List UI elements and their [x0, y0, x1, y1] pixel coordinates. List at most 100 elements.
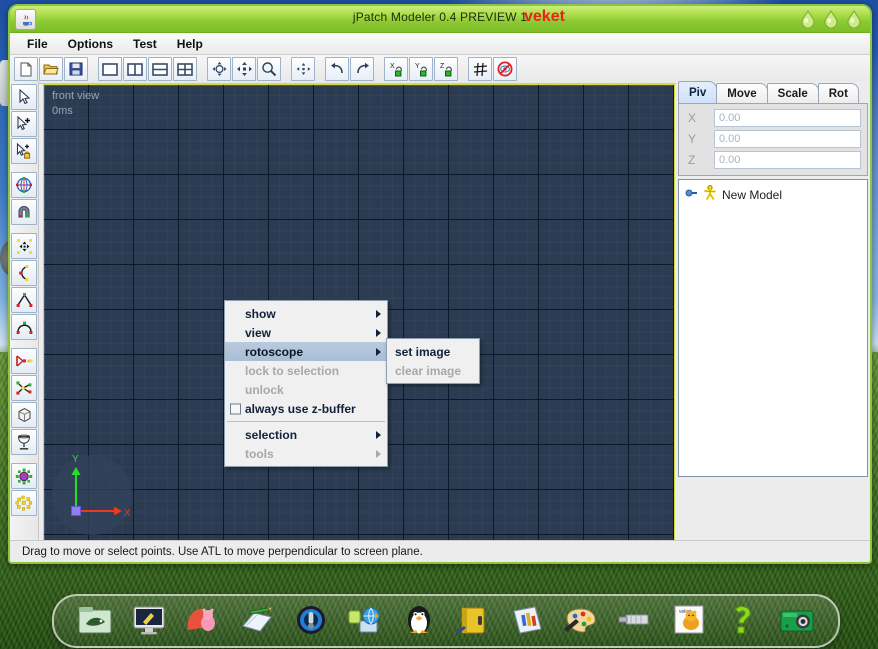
- zoom-view-button[interactable]: [257, 57, 281, 81]
- extrude-tool-button[interactable]: [11, 348, 37, 374]
- dock-item-usb-drive[interactable]: [615, 601, 655, 641]
- coordinate-label-y: Y: [683, 132, 714, 146]
- svg-text:Y: Y: [415, 63, 420, 70]
- menu-help[interactable]: Help: [168, 35, 212, 53]
- context-menu-item-unlock: unlock: [225, 380, 387, 399]
- particles-tool-button[interactable]: [11, 490, 37, 516]
- context-menu-item-always-use-z-buffer[interactable]: always use z-buffer: [225, 399, 387, 418]
- dock-item-paint[interactable]: [561, 601, 601, 641]
- lock-y-axis-button[interactable]: Y: [409, 57, 433, 81]
- context-menu-item-tools: tools: [225, 444, 387, 463]
- svg-text:X: X: [124, 508, 131, 519]
- arc-tool-button[interactable]: [11, 314, 37, 340]
- window-brand-label: veket: [524, 8, 565, 26]
- pan-view-button[interactable]: [232, 57, 256, 81]
- context-menu-item-selection[interactable]: selection: [225, 425, 387, 444]
- context-menu-label-unlock: unlock: [245, 383, 284, 397]
- viewport-time-label: 0ms: [52, 105, 73, 117]
- rotoscope-submenu: set image clear image: [386, 338, 480, 384]
- dock-item-help[interactable]: [723, 601, 763, 641]
- new-document-button[interactable]: [14, 57, 38, 81]
- tree-row-new-model[interactable]: New Model: [679, 180, 867, 205]
- magnet-tool-button[interactable]: [11, 199, 37, 225]
- dock-item-system[interactable]: [399, 601, 439, 641]
- lock-x-axis-button[interactable]: X: [384, 57, 408, 81]
- toolbar-axis-lock-group: X Y Z: [384, 57, 458, 81]
- submenu-item-set-image[interactable]: set image: [387, 342, 479, 361]
- window-button-close[interactable]: [846, 10, 862, 28]
- menu-options[interactable]: Options: [59, 35, 122, 53]
- window-button-maximize[interactable]: [823, 10, 839, 28]
- submenu-label-set-image: set image: [395, 345, 450, 359]
- submenu-item-clear-image: clear image: [387, 361, 479, 380]
- viewport-view-label: front view: [52, 90, 99, 102]
- tab-move[interactable]: Move: [716, 83, 767, 103]
- toolbar-grid-group: [468, 57, 517, 81]
- dock-item-file-manager[interactable]: [75, 601, 115, 641]
- coordinate-input-z[interactable]: 0.00: [714, 151, 861, 169]
- two-column-view-button[interactable]: [123, 57, 147, 81]
- coordinate-input-y[interactable]: 0.00: [714, 130, 861, 148]
- chevron-right-icon: [376, 310, 381, 318]
- open-document-button[interactable]: [39, 57, 63, 81]
- add-locked-point-tool-button[interactable]: [11, 138, 37, 164]
- tab-rot[interactable]: Rot: [818, 83, 859, 103]
- window-button-minimize[interactable]: [800, 10, 816, 28]
- coordinate-input-x[interactable]: 0.00: [714, 109, 861, 127]
- box-primitive-button[interactable]: [11, 402, 37, 428]
- quad-view-button[interactable]: [173, 57, 197, 81]
- move-points-tool-button[interactable]: [11, 233, 37, 259]
- dock-item-office[interactable]: [507, 601, 547, 641]
- rotate-view-button[interactable]: [207, 57, 231, 81]
- context-menu-label-tools: tools: [245, 447, 274, 461]
- context-menu-label-selection: selection: [245, 428, 297, 442]
- add-point-tool-button[interactable]: [11, 111, 37, 137]
- tab-piv[interactable]: Piv: [678, 81, 717, 103]
- dock-item-media-player[interactable]: [291, 601, 331, 641]
- dock-item-veket-package[interactable]: veket: [669, 601, 709, 641]
- context-menu-item-view[interactable]: view: [225, 323, 387, 342]
- undo-button[interactable]: [325, 57, 349, 81]
- dock-item-text-editor[interactable]: [237, 601, 277, 641]
- chevron-right-icon: [376, 329, 381, 337]
- tab-scale[interactable]: Scale: [767, 83, 819, 103]
- toggle-grid-button[interactable]: [468, 57, 492, 81]
- lock-z-axis-button[interactable]: Z: [434, 57, 458, 81]
- checkbox-unchecked-icon[interactable]: [230, 403, 241, 414]
- menu-test[interactable]: Test: [124, 35, 166, 53]
- desktop-dock: veket: [52, 594, 840, 648]
- context-menu-item-rotoscope[interactable]: rotoscope: [225, 342, 387, 361]
- model-tree[interactable]: New Model: [678, 179, 868, 477]
- toolbar-center-group: [291, 57, 315, 81]
- split-patch-tool-button[interactable]: [11, 375, 37, 401]
- two-row-view-button[interactable]: [148, 57, 172, 81]
- dock-item-notes[interactable]: [453, 601, 493, 641]
- sphere-primitive-button[interactable]: [11, 463, 37, 489]
- corner-tool-button[interactable]: [11, 287, 37, 313]
- chevron-right-icon: [376, 450, 381, 458]
- context-menu-item-show[interactable]: show: [225, 304, 387, 323]
- dock-item-browser[interactable]: [183, 601, 223, 641]
- dock-item-network[interactable]: [345, 601, 385, 641]
- context-menu-label-show: show: [245, 307, 276, 321]
- context-menu-label-rotoscope: rotoscope: [245, 345, 303, 359]
- axis-gizmo: Y X: [50, 449, 140, 539]
- select-tool-button[interactable]: [11, 84, 37, 110]
- save-document-button[interactable]: [64, 57, 88, 81]
- center-view-button[interactable]: [291, 57, 315, 81]
- context-menu-label-view: view: [245, 326, 271, 340]
- toggle-handle-icon[interactable]: [685, 186, 699, 204]
- window-titlebar[interactable]: jPatch Modeler 0.4 PREVIEW 1 veket: [10, 6, 870, 33]
- lathe-primitive-button[interactable]: [11, 429, 37, 455]
- single-view-button[interactable]: [98, 57, 122, 81]
- redo-button[interactable]: [350, 57, 374, 81]
- curve-tool-button[interactable]: [11, 260, 37, 286]
- menubar: File Options Test Help: [10, 33, 870, 55]
- left-tool-palette: [10, 81, 39, 541]
- dock-item-camera[interactable]: [777, 601, 817, 641]
- menu-file[interactable]: File: [18, 35, 57, 53]
- dock-item-display-settings[interactable]: [129, 601, 169, 641]
- global-axis-tool-button[interactable]: [11, 172, 37, 198]
- coordinate-row-x: X 0.00: [683, 109, 861, 127]
- disable-snap-button[interactable]: [493, 57, 517, 81]
